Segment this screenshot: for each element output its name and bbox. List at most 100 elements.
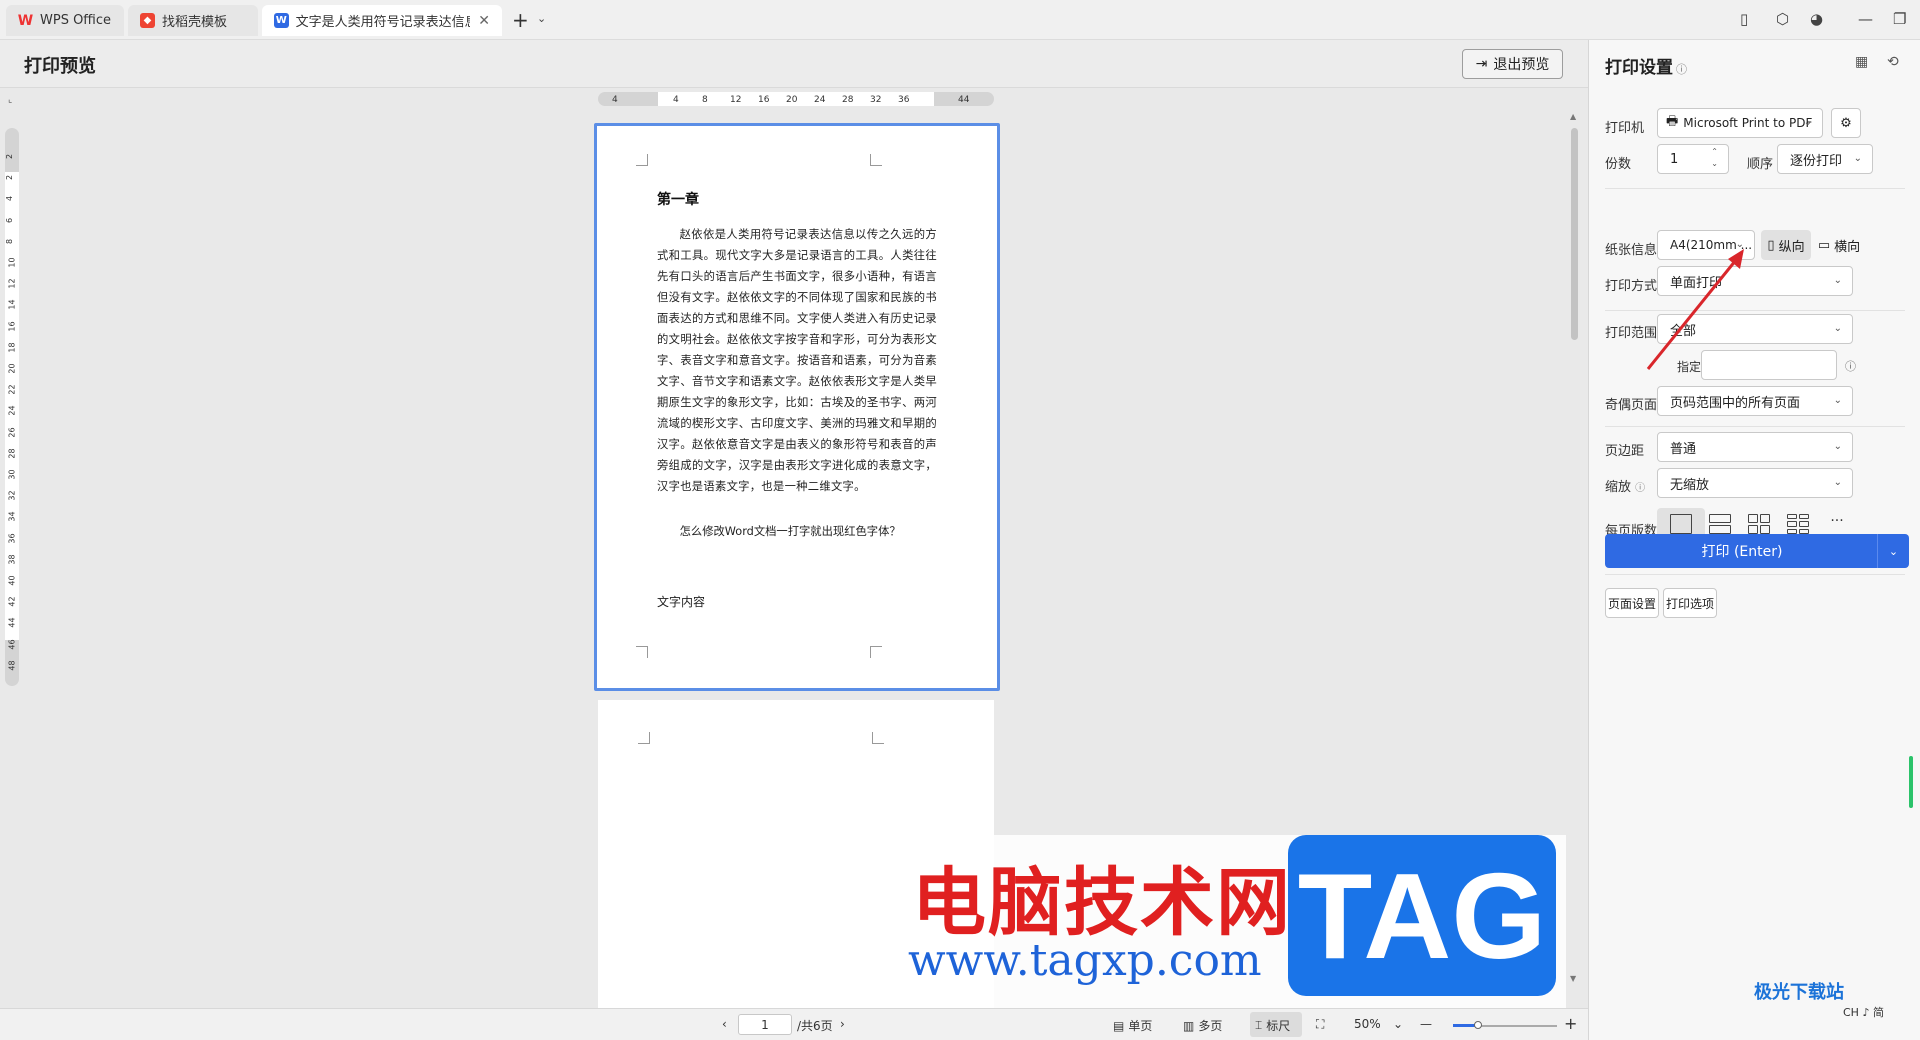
preview-page-1[interactable]: 第一章 赵依依是人类用符号记录表达信息以传之久远的方式和工具。现代文字大多是记录… — [594, 123, 1000, 691]
odd-even-value: 页码范围中的所有页面 — [1670, 395, 1801, 411]
print-options-button[interactable]: 打印选项 — [1663, 588, 1717, 618]
vertical-scrollbar[interactable]: ▲ ▼ — [1568, 94, 1582, 1004]
ruler-tick-label: 2 — [5, 153, 15, 160]
print-button[interactable]: 打印 (Enter) — [1605, 534, 1909, 568]
ruler-tick-label: 42 — [7, 596, 17, 607]
close-tab-icon[interactable]: ✕ — [478, 13, 490, 29]
restore-icon[interactable]: ❐ — [1893, 10, 1906, 28]
tab-list-chevron-icon[interactable]: ⌄ — [537, 12, 546, 25]
tab-document[interactable]: W 文字是人类用符号记录表达信息以... ✕ — [262, 5, 502, 36]
order-label: 顺序 — [1747, 157, 1774, 172]
zoom-dropdown-icon[interactable]: ⌄ — [1393, 1017, 1403, 1031]
ruler-tick-label: 2 — [5, 175, 15, 181]
page-range-help-icon[interactable]: ⓘ — [1845, 358, 1856, 374]
ruler-tick-label: 8 — [702, 95, 708, 105]
portrait-icon: ▯ — [1767, 237, 1775, 253]
layout-1-icon — [1670, 514, 1692, 534]
portrait-button[interactable]: ▯ 纵向 — [1761, 230, 1811, 260]
ruler-tick-label: 32 — [870, 95, 882, 105]
copies-stepper[interactable]: 1 ⌃ ⌄ — [1657, 144, 1729, 174]
next-page-icon[interactable]: › — [840, 1017, 845, 1031]
new-tab-icon[interactable]: + — [512, 8, 529, 32]
tab-wps-office[interactable]: W WPS Office — [6, 5, 124, 36]
stepper-up-icon[interactable]: ⌃ — [1711, 147, 1718, 156]
ruler-tick-label: 44 — [7, 617, 17, 628]
ruler-tick-label: 14 — [7, 299, 17, 310]
print-button-label: 打印 (Enter) — [1701, 544, 1783, 560]
print-dropdown-button[interactable]: ⌄ — [1877, 534, 1909, 568]
ruler-icon: ⌶ — [1255, 1018, 1263, 1032]
margin-select[interactable]: 普通 ⌄ — [1657, 432, 1853, 462]
panel-pin-icon[interactable]: ⟲ — [1887, 54, 1899, 70]
printer-select[interactable]: 🖶 Microsoft Print to PDF ⌄ — [1657, 108, 1823, 138]
help-icon[interactable]: ⓘ — [1635, 483, 1645, 494]
title-bar: W WPS Office ◆ 找稻壳模板 W 文字是人类用符号记录表达信息以..… — [0, 0, 1920, 40]
zoom-in-icon[interactable]: + — [1564, 1014, 1577, 1033]
single-page-button[interactable]: ▤ 单页 — [1113, 1017, 1152, 1034]
layout-6-icon — [1787, 514, 1809, 534]
exit-preview-button[interactable]: ⇥ 退出预览 — [1462, 49, 1563, 79]
page-title: 打印预览 — [24, 56, 96, 77]
order-value: 逐份打印 — [1790, 153, 1843, 169]
stepper-down-icon[interactable]: ⌄ — [1711, 159, 1718, 168]
tab-templates[interactable]: ◆ 找稻壳模板 — [128, 5, 258, 36]
layout-icon[interactable]: ▯ — [1740, 10, 1748, 28]
ruler-tick-label: 22 — [7, 384, 17, 395]
ruler-tick-label: 36 — [898, 95, 910, 105]
print-settings-panel: 打印设置 ⓘ ▦ ⟲ 打印机 🖶 Microsoft Print to PDF ⌄… — [1588, 40, 1920, 1040]
ruler-tick-label: 36 — [7, 533, 17, 544]
ruler-tick-label: 12 — [730, 95, 742, 105]
chevron-down-icon: ⌄ — [1833, 323, 1842, 334]
landscape-button[interactable]: ▭ 横向 — [1813, 230, 1865, 260]
scrollbar-thumb[interactable] — [1571, 128, 1578, 340]
zoom-slider-handle[interactable] — [1474, 1021, 1482, 1029]
watermark-tag-logo: TAG — [1288, 835, 1556, 996]
multi-page-label: 多页 — [1198, 1019, 1223, 1033]
crop-mark — [870, 154, 882, 166]
wps-logo-icon: W — [17, 12, 34, 29]
page-total: /共6页 — [797, 1019, 833, 1033]
chevron-down-icon: ⌄ — [1803, 117, 1812, 128]
multi-page-button[interactable]: ▥ 多页 — [1183, 1017, 1222, 1034]
printer-properties-button[interactable]: ⚙ — [1831, 108, 1861, 138]
ruler-tick-label: 26 — [7, 427, 17, 438]
ruler-tick-label: 4 — [673, 95, 679, 105]
layout-2-icon — [1709, 514, 1731, 534]
page-setup-button[interactable]: 页面设置 — [1605, 588, 1659, 618]
odd-even-select[interactable]: 页码范围中的所有页面 ⌄ — [1657, 386, 1853, 416]
ruler-tick-label: 12 — [7, 278, 17, 289]
crop-mark — [636, 154, 648, 166]
printer-icon: 🖶 — [1666, 114, 1679, 129]
landscape-label: 横向 — [1834, 239, 1861, 255]
fit-page-icon[interactable]: ⛶ — [1316, 1017, 1324, 1032]
help-icon[interactable]: ⓘ — [1676, 63, 1687, 76]
avatar[interactable]: ◕ — [1810, 10, 1823, 28]
zoom-value[interactable]: 50% — [1354, 1017, 1381, 1031]
order-select[interactable]: 逐份打印 ⌄ — [1777, 144, 1873, 174]
ruler-tick-label: 48 — [7, 660, 17, 671]
scale-label-text: 缩放 — [1605, 480, 1632, 495]
prev-page-icon[interactable]: ‹ — [722, 1017, 727, 1031]
scroll-up-icon[interactable]: ▲ — [1570, 112, 1576, 121]
chevron-down-icon: ⌄ — [1833, 441, 1842, 452]
ruler-tick-label: 30 — [7, 469, 17, 480]
minimize-icon[interactable]: — — [1858, 10, 1873, 28]
scroll-down-icon[interactable]: ▼ — [1570, 974, 1576, 983]
ruler-tick-label: 28 — [842, 95, 854, 105]
divider — [1605, 426, 1905, 427]
scale-select[interactable]: 无缩放 ⌄ — [1657, 468, 1853, 498]
page-number-input[interactable]: 1 — [738, 1014, 792, 1035]
copies-label: 份数 — [1605, 157, 1632, 172]
panel-layout-icon[interactable]: ▦ — [1855, 54, 1868, 70]
zoom-out-icon[interactable]: — — [1420, 1017, 1432, 1031]
ruler-tick-label: 24 — [814, 95, 826, 105]
divider — [1605, 574, 1905, 575]
ruler-toggle-button[interactable]: ⌶ 标尺 — [1255, 1017, 1290, 1034]
preview-header: 打印预览 ⇥ 退出预览 — [0, 40, 1588, 88]
ruler-tick-label: 24 — [7, 405, 17, 416]
layout-4-icon — [1748, 514, 1770, 534]
cube-icon[interactable]: ⬡ — [1776, 10, 1789, 28]
more-icon: ··· — [1830, 513, 1844, 529]
chevron-down-icon: ⌄ — [1833, 477, 1842, 488]
odd-even-label: 奇偶页面 — [1605, 398, 1658, 413]
